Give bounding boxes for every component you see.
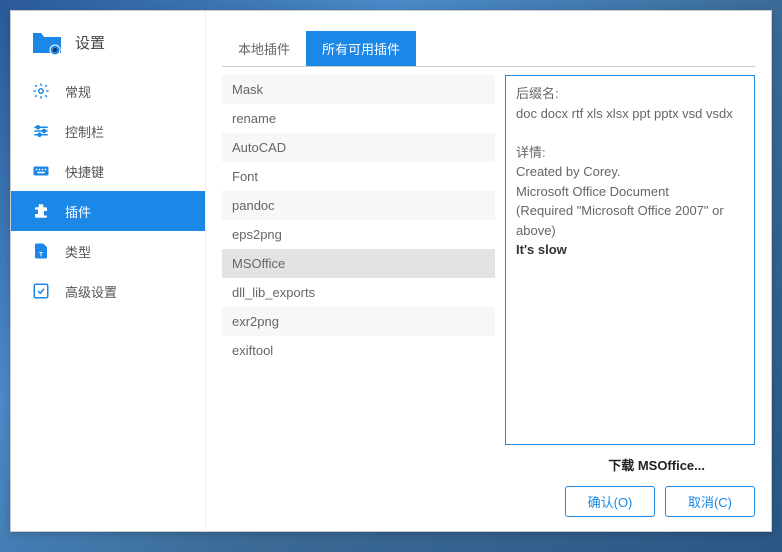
sidebar-item-hotkeys[interactable]: 快捷键: [11, 151, 205, 191]
sidebar-item-advanced[interactable]: 高级设置: [11, 271, 205, 311]
tab-local-plugins[interactable]: 本地插件: [222, 31, 306, 66]
keyboard-icon: [31, 161, 51, 181]
sidebar-item-general[interactable]: 常规: [11, 71, 205, 111]
detail-line: (Required "Microsoft Office 2007" or abo…: [516, 201, 744, 240]
plugin-icon: [31, 201, 51, 221]
content: Mask rename AutoCAD Font pandoc eps2png …: [222, 75, 755, 445]
sidebar-item-label: 控制栏: [65, 122, 104, 141]
app-icon: [31, 29, 63, 55]
detail-warning: It's slow: [516, 242, 567, 257]
sidebar-item-types[interactable]: T 类型: [11, 231, 205, 271]
list-item[interactable]: MSOffice: [222, 249, 495, 278]
suffix-label: 后缀名:: [516, 84, 744, 104]
detail-line: Created by Corey.: [516, 162, 744, 182]
plugin-list[interactable]: Mask rename AutoCAD Font pandoc eps2png …: [222, 75, 495, 445]
tab-all-plugins[interactable]: 所有可用插件: [306, 31, 416, 66]
suffix-value: doc docx rtf xls xlsx ppt pptx vsd vsdx: [516, 104, 744, 124]
sidebar-item-label: 类型: [65, 242, 91, 261]
list-item[interactable]: AutoCAD: [222, 133, 495, 162]
cancel-button[interactable]: 取消(C): [665, 486, 755, 517]
list-item[interactable]: eps2png: [222, 220, 495, 249]
main-panel: 本地插件 所有可用插件 Mask rename AutoCAD Font pan…: [206, 11, 771, 531]
checkbox-icon: [31, 281, 51, 301]
svg-text:T: T: [39, 252, 43, 258]
sidebar-item-label: 快捷键: [65, 162, 104, 181]
list-item[interactable]: Font: [222, 162, 495, 191]
sidebar-item-controlbar[interactable]: 控制栏: [11, 111, 205, 151]
list-item[interactable]: exiftool: [222, 336, 495, 365]
sidebar: 设置 常规 控制栏: [11, 11, 206, 531]
info-label: 详情:: [516, 143, 744, 163]
plugin-detail-panel: 后缀名: doc docx rtf xls xlsx ppt pptx vsd …: [505, 75, 755, 445]
sidebar-item-label: 高级设置: [65, 282, 117, 301]
sidebar-header: 设置: [11, 11, 205, 71]
sidebar-item-label: 插件: [65, 202, 91, 221]
list-item[interactable]: dll_lib_exports: [222, 278, 495, 307]
file-icon: T: [31, 241, 51, 261]
sidebar-item-label: 常规: [65, 82, 91, 101]
detail-line: Microsoft Office Document: [516, 182, 744, 202]
tabs: 本地插件 所有可用插件: [222, 31, 755, 67]
list-item[interactable]: pandoc: [222, 191, 495, 220]
dialog-buttons: 确认(O) 取消(C): [565, 486, 755, 517]
sidebar-item-plugins[interactable]: 插件: [11, 191, 205, 231]
bottom-bar: 下载 MSOffice... 确认(O) 取消(C): [222, 455, 755, 517]
ok-button[interactable]: 确认(O): [565, 486, 655, 517]
sliders-icon: [31, 121, 51, 141]
gear-icon: [31, 81, 51, 101]
sidebar-title: 设置: [75, 32, 105, 53]
list-item[interactable]: Mask: [222, 75, 495, 104]
download-link[interactable]: 下载 MSOffice...: [608, 455, 705, 474]
list-item[interactable]: exr2png: [222, 307, 495, 336]
list-item[interactable]: rename: [222, 104, 495, 133]
settings-window: 设置 常规 控制栏: [10, 10, 772, 532]
